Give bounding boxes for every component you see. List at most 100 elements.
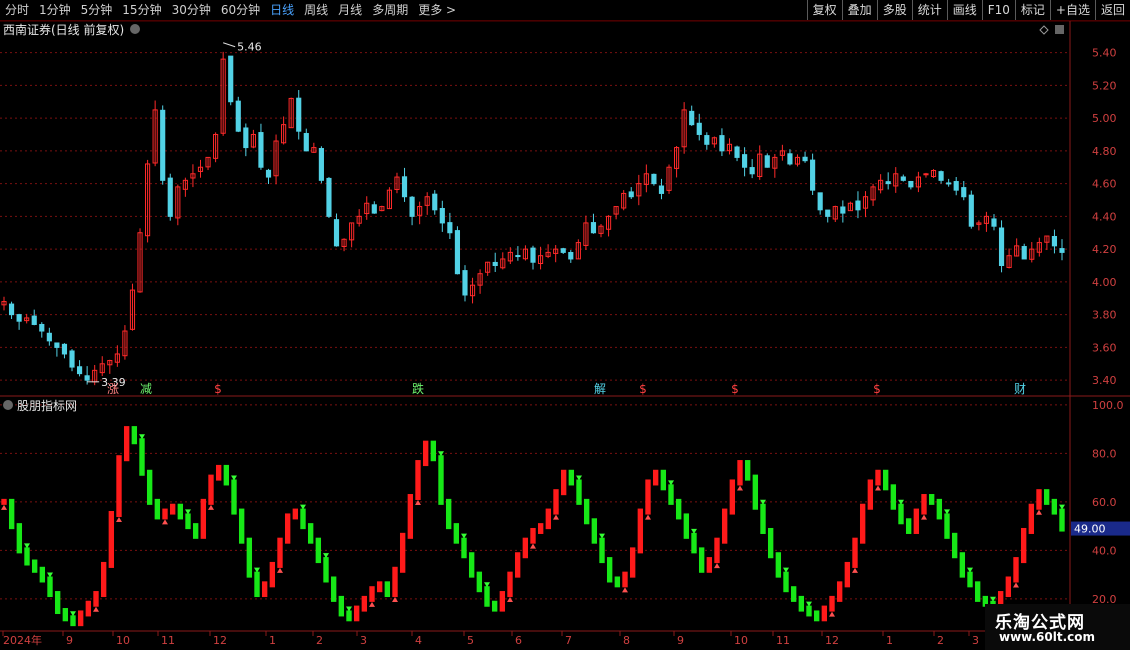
candle-body-106 bbox=[802, 156, 808, 162]
ind-arrow-135 bbox=[1036, 509, 1042, 515]
ind-bar-21 bbox=[162, 508, 168, 520]
main-title-dropdown-icon bbox=[130, 24, 140, 34]
candle-body-120 bbox=[908, 180, 914, 188]
x-tick-label-2: 10 bbox=[116, 634, 130, 647]
candle-body-104 bbox=[787, 153, 793, 165]
ind-bar-132 bbox=[1013, 557, 1019, 583]
ind-bar-94 bbox=[721, 508, 728, 544]
candle-body-49 bbox=[371, 204, 377, 214]
ind-bar-47 bbox=[361, 595, 368, 612]
ind-bar-43 bbox=[330, 576, 337, 602]
x-tick-label-11: 7 bbox=[565, 634, 572, 647]
x-tick-label-6: 2 bbox=[316, 634, 323, 647]
ind-bar-118 bbox=[905, 518, 912, 534]
signal-label-1: 减 bbox=[140, 382, 152, 396]
high-mark-label: 5.46 bbox=[237, 41, 262, 54]
candle-body-122 bbox=[923, 173, 929, 176]
candle-body-60 bbox=[454, 230, 461, 275]
ind-bar-68 bbox=[522, 537, 529, 559]
ind-arrow-114 bbox=[875, 485, 881, 491]
candle-body-124 bbox=[938, 171, 944, 181]
candle-body-140 bbox=[1059, 248, 1065, 253]
ind-y-tick-3: 80.0 bbox=[1092, 447, 1117, 460]
ind-bar-6 bbox=[47, 576, 53, 598]
main-panel-title: 西南证券(日线 前复权) bbox=[3, 22, 124, 37]
x-tick-label-0: 2024年 bbox=[3, 633, 42, 647]
ind-arrow-48 bbox=[369, 601, 375, 607]
candle-body-111 bbox=[840, 206, 846, 214]
ind-arrow-111 bbox=[852, 567, 858, 573]
ind-bar-77 bbox=[591, 518, 598, 544]
ind-bar-53 bbox=[407, 494, 414, 539]
panel-menu-icon bbox=[1055, 25, 1064, 34]
signal-label-8: 财 bbox=[1014, 382, 1026, 396]
ind-bar-84 bbox=[645, 479, 651, 515]
candle-body-42 bbox=[318, 148, 324, 181]
ind-bar-100 bbox=[767, 527, 774, 559]
high-mark-leader bbox=[222, 42, 236, 48]
signal-label-0: 涨 bbox=[107, 381, 119, 396]
current-value-text: 49.00 bbox=[1074, 523, 1106, 536]
signal-label-6: $ bbox=[731, 382, 739, 396]
ind-bar-88 bbox=[675, 498, 682, 520]
ind-bar-111 bbox=[852, 537, 858, 568]
candle-body-95 bbox=[719, 135, 725, 152]
ind-bar-17 bbox=[131, 426, 138, 445]
signal-label-3: 跌 bbox=[412, 381, 424, 396]
ind-bar-78 bbox=[599, 537, 605, 564]
ind-bar-15 bbox=[116, 455, 122, 517]
ind-y-tick-1: 40.0 bbox=[1092, 544, 1117, 557]
candle-body-92 bbox=[696, 122, 702, 135]
ind-bar-49 bbox=[376, 581, 383, 593]
candle-body-35 bbox=[265, 169, 272, 178]
ind-bar-32 bbox=[246, 537, 253, 578]
ind-arrow-120 bbox=[921, 514, 927, 520]
ind-arrow-84 bbox=[645, 514, 651, 520]
ind-bar-85 bbox=[652, 469, 659, 486]
candle-body-126 bbox=[953, 181, 959, 191]
candle-body-34 bbox=[258, 132, 264, 168]
ind-bar-113 bbox=[867, 479, 874, 510]
ind-bar-23 bbox=[177, 503, 184, 520]
candle-body-119 bbox=[900, 176, 906, 181]
x-tick-label-19: 3 bbox=[972, 634, 979, 647]
ind-bar-89 bbox=[683, 513, 690, 539]
ind-bar-93 bbox=[714, 537, 720, 564]
ind-bar-136 bbox=[1043, 489, 1050, 505]
ind-bar-5 bbox=[39, 566, 46, 583]
ind-bar-67 bbox=[514, 552, 521, 578]
signal-label-2: $ bbox=[214, 382, 222, 396]
candle-body-1 bbox=[8, 303, 15, 316]
candle-body-93 bbox=[704, 135, 710, 145]
candle-body-75 bbox=[568, 252, 574, 260]
candle-body-11 bbox=[84, 375, 90, 381]
ind-bar-108 bbox=[829, 595, 835, 612]
ind-bar-50 bbox=[384, 581, 391, 598]
ind-bar-131 bbox=[1005, 576, 1012, 598]
candle-body-4 bbox=[31, 315, 37, 325]
ind-bar-91 bbox=[698, 547, 705, 573]
ind-bar-28 bbox=[215, 464, 222, 481]
candle-body-132 bbox=[998, 227, 1005, 267]
candle-body-98 bbox=[742, 154, 748, 168]
ind-bar-62 bbox=[476, 571, 483, 593]
ind-bar-106 bbox=[813, 610, 820, 622]
signal-label-5: $ bbox=[639, 382, 647, 396]
main-y-tick-8: 5.00 bbox=[1092, 112, 1117, 125]
ind-bar-58 bbox=[445, 498, 452, 530]
candle-body-6 bbox=[46, 332, 52, 342]
x-tick-label-10: 6 bbox=[515, 634, 522, 647]
ind-bar-102 bbox=[783, 571, 789, 593]
ind-bar-116 bbox=[890, 484, 897, 510]
ind-bar-97 bbox=[744, 460, 751, 481]
ind-arrow-132 bbox=[1013, 582, 1019, 588]
x-tick-label-8: 4 bbox=[415, 634, 422, 647]
ind-bar-80 bbox=[614, 576, 621, 588]
ind-bar-35 bbox=[269, 561, 276, 588]
ind-bar-81 bbox=[622, 571, 628, 588]
ind-bar-38 bbox=[292, 508, 299, 520]
ind-bar-74 bbox=[568, 469, 575, 486]
ind-bar-105 bbox=[806, 605, 812, 617]
ind-bar-22 bbox=[169, 503, 176, 515]
x-tick-label-16: 12 bbox=[825, 634, 839, 647]
